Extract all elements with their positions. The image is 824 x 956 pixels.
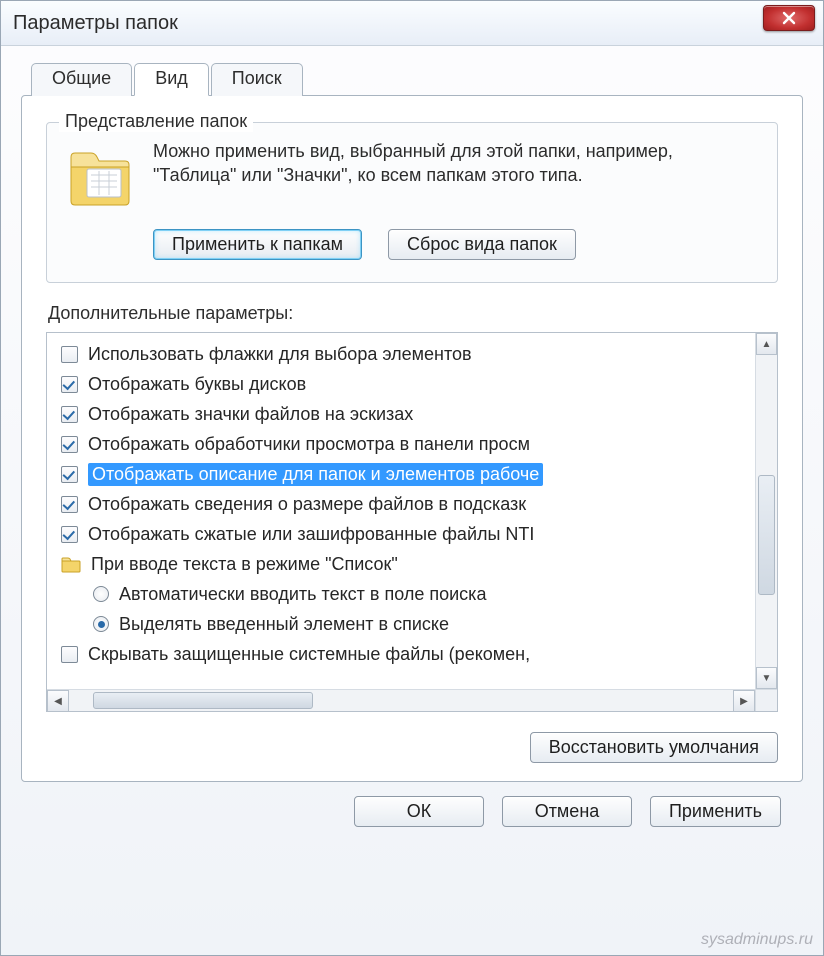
reset-folders-button[interactable]: Сброс вида папок <box>388 229 576 260</box>
checkbox-icon[interactable] <box>61 466 78 483</box>
titlebar: Параметры папок <box>1 1 823 46</box>
window-title: Параметры папок <box>13 12 178 35</box>
folder-views-legend: Представление папок <box>59 111 253 132</box>
horizontal-scroll-thumb[interactable] <box>93 692 313 709</box>
tree-item[interactable]: Отображать буквы дисков <box>57 369 751 399</box>
tree-item-label: Использовать флажки для выбора элементов <box>88 344 472 365</box>
folder-icon <box>61 556 81 573</box>
restore-defaults-button[interactable]: Восстановить умолчания <box>530 732 778 763</box>
checkbox-icon[interactable] <box>61 526 78 543</box>
radio-icon[interactable] <box>93 616 109 632</box>
tree-item[interactable]: Отображать сведения о размере файлов в п… <box>57 489 751 519</box>
tree-item-label: Выделять введенный элемент в списке <box>119 614 449 635</box>
tree-item-label: Скрывать защищенные системные файлы (рек… <box>88 644 530 665</box>
checkbox-icon[interactable] <box>61 376 78 393</box>
dialog-content: Общие Вид Поиск Представление папок <box>1 46 823 841</box>
close-icon <box>782 11 796 25</box>
horizontal-scroll-track[interactable] <box>69 690 733 711</box>
tree-item[interactable]: Скрывать защищенные системные файлы (рек… <box>57 639 751 669</box>
scroll-corner <box>755 689 777 711</box>
apply-button[interactable]: Применить <box>650 796 781 827</box>
checkbox-icon[interactable] <box>61 436 78 453</box>
tab-general[interactable]: Общие <box>31 63 132 96</box>
advanced-settings-label: Дополнительные параметры: <box>48 303 778 324</box>
watermark: sysadminups.ru <box>701 931 813 949</box>
tree-item-label: При вводе текста в режиме "Список" <box>91 554 398 575</box>
tree-item[interactable]: Выделять введенный элемент в списке <box>57 609 751 639</box>
tab-search[interactable]: Поиск <box>211 63 303 96</box>
tree-item[interactable]: Отображать описание для папок и элементо… <box>57 459 751 489</box>
vertical-scrollbar[interactable]: ▲ ▼ <box>755 333 777 689</box>
tree-item-label: Отображать сжатые или зашифрованные файл… <box>88 524 534 545</box>
scroll-left-button[interactable]: ◀ <box>47 690 69 712</box>
tab-panel-view: Представление папок Можно применить вид,… <box>21 95 803 782</box>
tree-item-label: Отображать значки файлов на эскизах <box>88 404 413 425</box>
tree-item[interactable]: При вводе текста в режиме "Список" <box>57 549 751 579</box>
checkbox-icon[interactable] <box>61 346 78 363</box>
tree-item-label: Отображать буквы дисков <box>88 374 306 395</box>
dialog-button-row: ОК Отмена Применить <box>21 782 803 827</box>
tree-viewport: Использовать флажки для выбора элементов… <box>47 333 755 689</box>
tree-item[interactable]: Отображать значки файлов на эскизах <box>57 399 751 429</box>
advanced-settings-tree: Использовать флажки для выбора элементов… <box>46 332 778 712</box>
vertical-scroll-track[interactable] <box>756 355 777 667</box>
scroll-up-button[interactable]: ▲ <box>756 333 777 355</box>
tree-item-label: Отображать обработчики просмотра в панел… <box>88 434 530 455</box>
checkbox-icon[interactable] <box>61 496 78 513</box>
folder-options-dialog: Параметры папок Общие Вид Поиск Представ… <box>0 0 824 956</box>
folder-views-text: Можно применить вид, выбранный для этой … <box>153 139 759 211</box>
scroll-right-button[interactable]: ▶ <box>733 690 755 712</box>
close-button[interactable] <box>763 5 815 31</box>
tree-item-label: Отображать описание для папок и элементо… <box>88 463 543 486</box>
ok-button[interactable]: ОК <box>354 796 484 827</box>
tab-strip: Общие Вид Поиск <box>31 62 803 95</box>
tree-item-label: Отображать сведения о размере файлов в п… <box>88 494 526 515</box>
cancel-button[interactable]: Отмена <box>502 796 632 827</box>
horizontal-scrollbar[interactable]: ◀ ▶ <box>47 689 755 711</box>
tree-item-label: Автоматически вводить текст в поле поиск… <box>119 584 486 605</box>
checkbox-icon[interactable] <box>61 646 78 663</box>
tab-view[interactable]: Вид <box>134 63 209 96</box>
tree-item[interactable]: Отображать обработчики просмотра в панел… <box>57 429 751 459</box>
scroll-down-button[interactable]: ▼ <box>756 667 777 689</box>
tree-item[interactable]: Отображать сжатые или зашифрованные файл… <box>57 519 751 549</box>
folder-views-fieldset: Представление папок Можно применить вид,… <box>46 122 778 283</box>
checkbox-icon[interactable] <box>61 406 78 423</box>
folder-icon <box>65 141 135 211</box>
tree-item[interactable]: Использовать флажки для выбора элементов <box>57 339 751 369</box>
apply-to-folders-button[interactable]: Применить к папкам <box>153 229 362 260</box>
vertical-scroll-thumb[interactable] <box>758 475 775 595</box>
radio-icon[interactable] <box>93 586 109 602</box>
tree-item[interactable]: Автоматически вводить текст в поле поиск… <box>57 579 751 609</box>
